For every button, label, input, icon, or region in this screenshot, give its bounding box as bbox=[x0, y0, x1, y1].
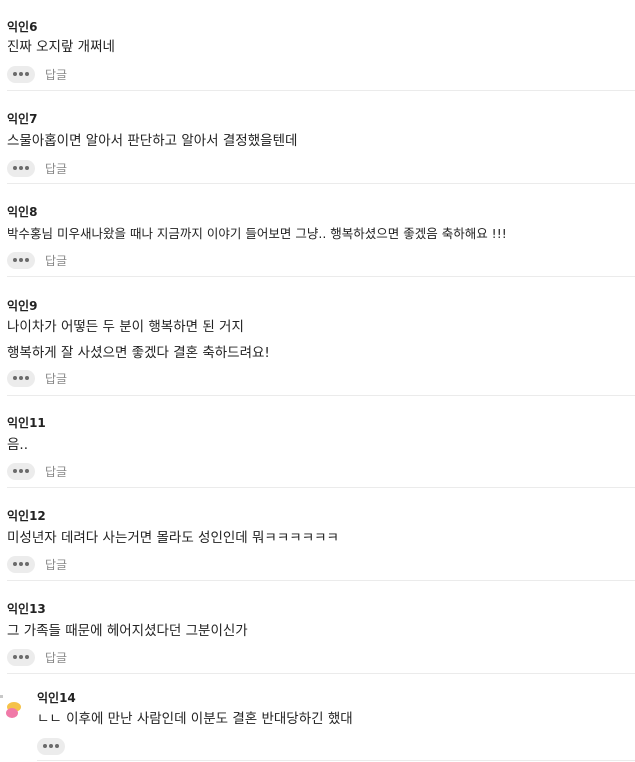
avatar-icon bbox=[6, 702, 21, 718]
reply-indicator bbox=[0, 695, 3, 698]
comment-author: 익인6 bbox=[7, 20, 38, 34]
divider bbox=[7, 183, 635, 184]
divider bbox=[37, 760, 635, 761]
comment-text: 나이차가 어떻든 두 분이 행복하면 된 거지 bbox=[7, 319, 244, 335]
comment-item: 익인9 나이차가 어떻든 두 분이 행복하면 된 거지 행복하게 잘 사셨으면 … bbox=[0, 278, 635, 397]
reply-button[interactable]: 답글 bbox=[45, 252, 67, 269]
more-options-button[interactable] bbox=[7, 555, 35, 573]
reply-button[interactable]: 답글 bbox=[45, 649, 67, 666]
more-options-button[interactable] bbox=[7, 462, 35, 480]
comment-item: 익인7 스물아홉이면 알아서 판단하고 알아서 결정했을텐데 답글 bbox=[0, 92, 635, 185]
more-options-button[interactable] bbox=[7, 648, 35, 666]
more-dots-icon bbox=[13, 562, 17, 566]
more-options-button[interactable] bbox=[7, 369, 35, 387]
more-options-button[interactable] bbox=[7, 65, 35, 83]
comment-item: 익인12 미성년자 데려다 사는거면 몰라도 성인인데 뭐ㅋㅋㅋㅋㅋㅋ 답글 bbox=[0, 490, 635, 583]
comment-item: 익인6 진짜 오지랖 개쩌네 답글 bbox=[0, 0, 635, 92]
more-options-button[interactable] bbox=[7, 159, 35, 177]
divider bbox=[7, 276, 635, 277]
comment-text: 스물아홉이면 알아서 판단하고 알아서 결정했을텐데 bbox=[7, 133, 298, 149]
comment-text: 음.. bbox=[7, 437, 29, 453]
more-dots-icon bbox=[13, 72, 17, 76]
comment-text: 그 가족들 때문에 헤어지셨다던 그분이신가 bbox=[7, 623, 248, 639]
more-dots-icon bbox=[13, 258, 17, 262]
comment-item: 익인11 음.. 답글 bbox=[0, 397, 635, 490]
comment-item: 익인13 그 가족들 때문에 헤어지셨다던 그분이신가 답글 bbox=[0, 583, 635, 676]
comment-author: 익인14 bbox=[37, 691, 76, 705]
comment-text: 행복하게 잘 사셨으면 좋겠다 결혼 축하드려요! bbox=[7, 345, 270, 361]
more-options-button[interactable] bbox=[37, 737, 65, 755]
more-dots-icon bbox=[43, 744, 47, 748]
comment-author: 익인11 bbox=[7, 416, 46, 430]
reply-button[interactable]: 답글 bbox=[45, 66, 67, 83]
divider bbox=[7, 580, 635, 581]
more-dots-icon bbox=[13, 655, 17, 659]
comment-text: 진짜 오지랖 개쩌네 bbox=[7, 39, 115, 55]
divider bbox=[7, 90, 635, 91]
comment-text: ㄴㄴ 이후에 만난 사람인데 이분도 결혼 반대당하긴 했대 bbox=[37, 711, 353, 727]
reply-button[interactable]: 답글 bbox=[45, 160, 67, 177]
reply-comment-item: 익인14 ㄴㄴ 이후에 만난 사람인데 이분도 결혼 반대당하긴 했대 bbox=[0, 676, 635, 762]
reply-button[interactable]: 답글 bbox=[45, 556, 67, 573]
comment-author: 익인12 bbox=[7, 509, 46, 523]
reply-button[interactable]: 답글 bbox=[45, 463, 67, 480]
divider bbox=[7, 487, 635, 488]
more-dots-icon bbox=[13, 469, 17, 473]
reply-button[interactable]: 답글 bbox=[45, 370, 67, 387]
comment-author: 익인7 bbox=[7, 112, 38, 126]
comment-author: 익인9 bbox=[7, 299, 38, 313]
comment-text: 박수홍님 미우새나왔을 때나 지금까지 이야기 들어보면 그냥.. 행복하셨으면… bbox=[7, 226, 507, 241]
more-options-button[interactable] bbox=[7, 251, 35, 269]
comment-text: 미성년자 데려다 사는거면 몰라도 성인인데 뭐ㅋㅋㅋㅋㅋㅋ bbox=[7, 530, 339, 546]
divider bbox=[7, 395, 635, 396]
more-dots-icon bbox=[13, 376, 17, 380]
more-dots-icon bbox=[13, 166, 17, 170]
comment-item: 익인8 박수홍님 미우새나왔을 때나 지금까지 이야기 들어보면 그냥.. 행복… bbox=[0, 185, 635, 278]
divider bbox=[7, 673, 635, 674]
comment-author: 익인8 bbox=[7, 205, 38, 219]
comment-author: 익인13 bbox=[7, 602, 46, 616]
